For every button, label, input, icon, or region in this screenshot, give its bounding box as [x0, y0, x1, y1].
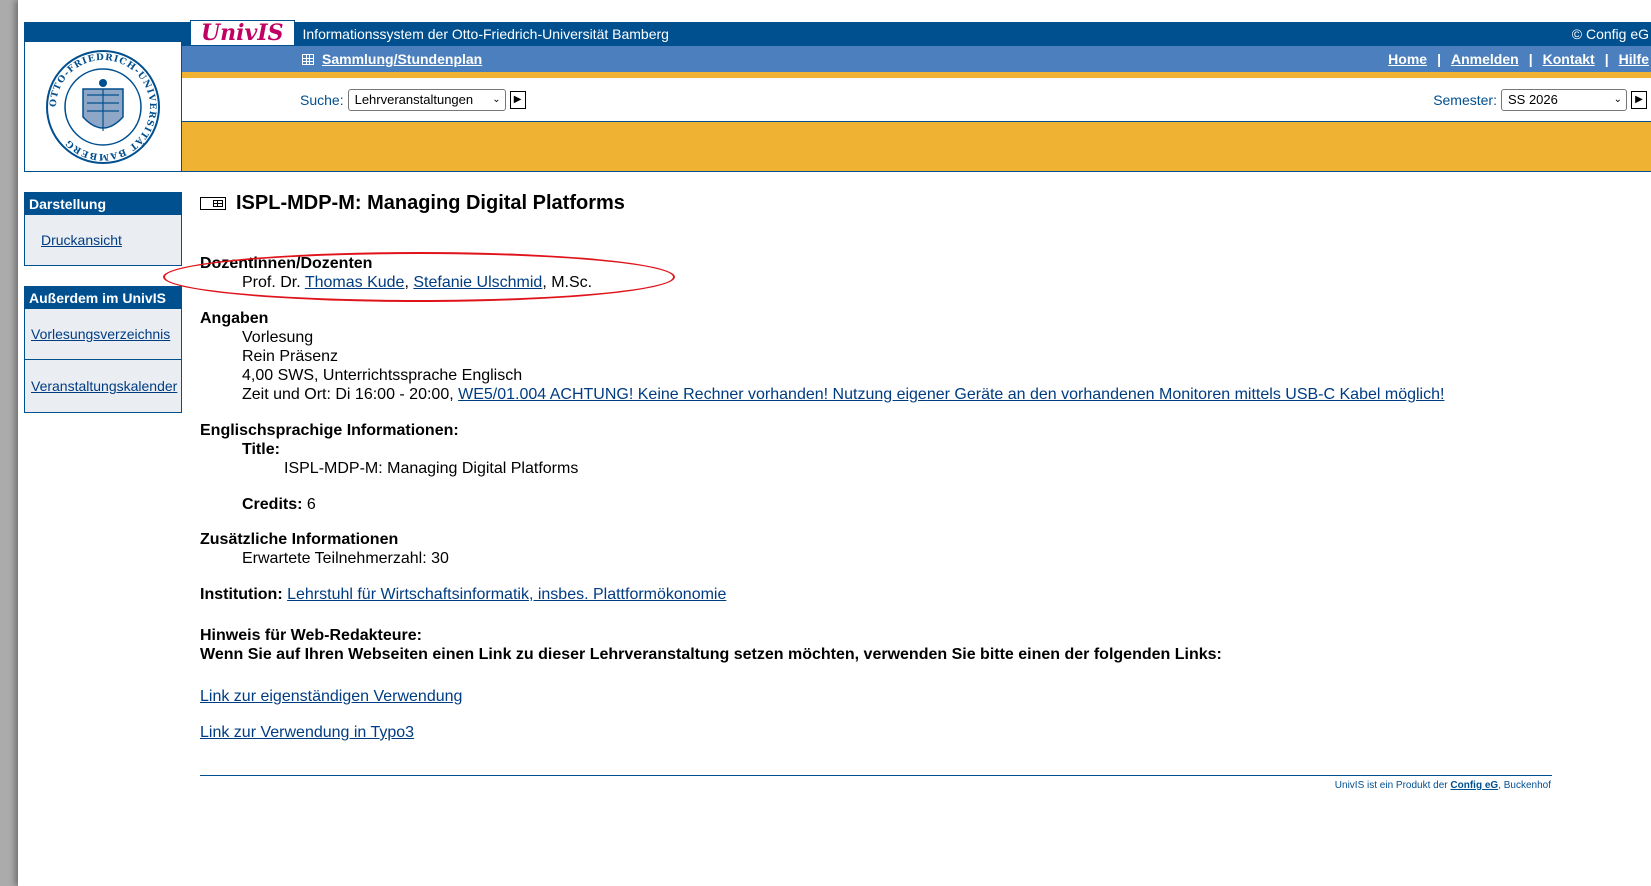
sidebar-heading: Außerdem im UnivIS: [25, 287, 181, 309]
contact-link[interactable]: Kontakt: [1543, 51, 1595, 67]
semester-select[interactable]: SS 2026 ⌄: [1501, 88, 1627, 111]
search-go-button[interactable]: ▶: [509, 90, 526, 109]
login-link[interactable]: Anmelden: [1451, 51, 1519, 67]
extra-info-label: Zusätzliche Informationen: [200, 531, 399, 548]
nav-separator: |: [1604, 51, 1609, 67]
collection-link[interactable]: Sammlung/Stundenplan: [322, 51, 482, 67]
chevron-down-icon: ⌄: [1613, 94, 1622, 105]
nav-separator: |: [1528, 51, 1533, 67]
time-place-prefix: Zeit und Ort: Di 16:00 - 20:00,: [242, 386, 454, 403]
credits-label: Credits:: [242, 496, 303, 513]
help-link[interactable]: Hilfe: [1619, 51, 1649, 67]
print-view-link[interactable]: Druckansicht: [41, 232, 122, 248]
sidebar-item-print-view[interactable]: Druckansicht: [25, 215, 181, 265]
highlight-ellipse: [163, 252, 675, 302]
search-bar: Suche: Lehrveranstaltungen ⌄ ▶ Semester:…: [182, 78, 1651, 122]
standalone-link[interactable]: Link zur eigenständigen Verwendung: [200, 688, 462, 705]
semester-label: Semester:: [1433, 91, 1497, 108]
page: OTTO-FRIEDRICH-UNIVERSITÄT BAMBERG UnivI…: [18, 0, 1651, 886]
nav-separator: |: [1437, 51, 1441, 67]
credits-value: 6: [306, 496, 316, 513]
typo3-link-line: Link zur Verwendung in Typo3: [200, 723, 1620, 742]
standalone-link-line: Link zur eigenständigen Verwendung: [200, 687, 1620, 706]
course-heading: ISPL-MDP-M: Managing Digital Platforms: [200, 192, 625, 215]
typo3-link[interactable]: Link zur Verwendung in Typo3: [200, 724, 414, 741]
english-info-section: Englischsprachige Informationen: Title: …: [200, 421, 1620, 514]
institution-line: Institution: Lehrstuhl für Wirtschaftsin…: [200, 585, 1620, 604]
sidebar-more: Außerdem im UnivIS Vorlesungsverzeichnis…: [24, 286, 182, 413]
timetable-icon: [302, 53, 314, 65]
course-mode: Rein Präsenz: [242, 348, 339, 365]
footer-text: UnivIS ist ein Produkt der: [1334, 780, 1448, 791]
univis-logo[interactable]: UnivIS: [190, 20, 295, 46]
nav-bar: Sammlung/Stundenplan Home | Anmelden | K…: [182, 46, 1651, 78]
copyright: © Config eG: [1571, 26, 1649, 42]
sidebar-display: Darstellung Druckansicht: [24, 192, 182, 266]
search-type-value: Lehrveranstaltungen: [354, 92, 474, 107]
semester-value: SS 2026: [1508, 92, 1558, 107]
orange-banner: [182, 122, 1651, 172]
university-seal-logo[interactable]: OTTO-FRIEDRICH-UNIVERSITÄT BAMBERG: [24, 22, 182, 172]
timetable-icon: [200, 197, 226, 210]
site-title: Informationssystem der Otto-Friedrich-Un…: [302, 26, 669, 42]
top-bar: UnivIS Informationssystem der Otto-Fried…: [182, 20, 1651, 46]
home-link[interactable]: Home: [1388, 51, 1427, 67]
sidebar-item-event-calendar[interactable]: Veranstaltungskalender: [25, 360, 181, 412]
config-eg-link[interactable]: Config eG: [1450, 780, 1498, 791]
footer-suffix: , Buckenhof: [1498, 780, 1551, 791]
footer-divider: [200, 775, 1552, 776]
institution-link[interactable]: Lehrstuhl für Wirtschaftsinformatik, ins…: [287, 586, 726, 603]
room-link[interactable]: WE5/01.004 ACHTUNG! Keine Rechner vorhan…: [458, 386, 1444, 403]
search-label: Suche:: [300, 91, 344, 108]
course-type: Vorlesung: [242, 329, 314, 346]
extra-info-section: Zusätzliche Informationen Erwartete Teil…: [200, 530, 1620, 568]
sidebar-heading: Darstellung: [25, 193, 181, 215]
english-info-label: Englischsprachige Informationen:: [200, 422, 459, 439]
participants: Erwartete Teilnehmerzahl: 30: [242, 550, 449, 567]
details-label: Angaben: [200, 310, 269, 327]
time-place-line: Zeit und Ort: Di 16:00 - 20:00, WE5/01.0…: [200, 385, 1620, 404]
english-title: ISPL-MDP-M: Managing Digital Platforms: [284, 460, 579, 477]
hint-label: Hinweis für Web-Redakteure:: [200, 627, 422, 644]
english-title-label: Title:: [242, 441, 280, 458]
course-catalog-link[interactable]: Vorlesungsverzeichnis: [31, 326, 170, 342]
seal-icon: OTTO-FRIEDRICH-UNIVERSITÄT BAMBERG: [46, 49, 160, 164]
hint-text: Wenn Sie auf Ihren Webseiten einen Link …: [200, 646, 1222, 663]
hint-section: Hinweis für Web-Redakteure: Wenn Sie auf…: [200, 626, 1620, 664]
semester-go-button[interactable]: ▶: [1631, 90, 1647, 109]
search-type-select[interactable]: Lehrveranstaltungen ⌄: [347, 88, 506, 111]
chevron-down-icon: ⌄: [492, 94, 501, 105]
event-calendar-link[interactable]: Veranstaltungskalender: [31, 378, 177, 394]
footer: UnivIS ist ein Produkt der Config eG, Bu…: [1335, 780, 1551, 791]
institution-label: Institution:: [200, 586, 283, 603]
course-sws: 4,00 SWS, Unterrichtssprache Englisch: [242, 367, 523, 384]
page-title: ISPL-MDP-M: Managing Digital Platforms: [236, 192, 625, 214]
sidebar-item-course-catalog[interactable]: Vorlesungsverzeichnis: [25, 309, 181, 360]
details-section: Angaben Vorlesung Rein Präsenz 4,00 SWS,…: [200, 309, 1620, 404]
credits-line: Credits: 6: [200, 495, 1620, 514]
